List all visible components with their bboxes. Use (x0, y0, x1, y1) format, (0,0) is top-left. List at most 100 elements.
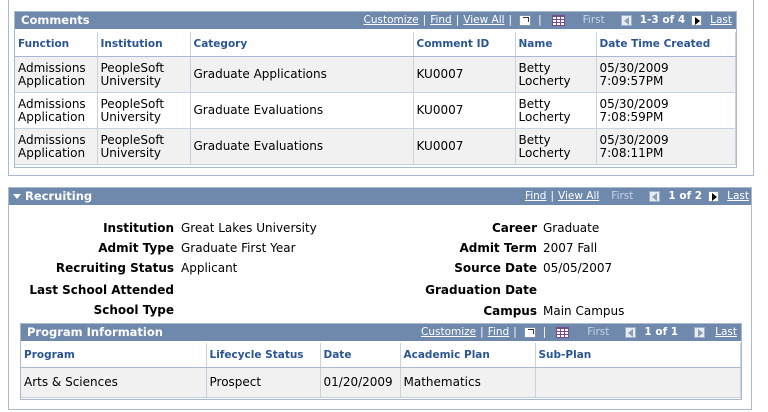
cell-function: Admissions Application (15, 92, 98, 129)
comments-grid-header: Comments Customize | Find | View All | |… (15, 12, 736, 29)
next-arrow-icon[interactable] (694, 327, 706, 338)
cell-name: Betty Locherty (515, 128, 597, 165)
cell-name: Betty Locherty (515, 92, 597, 129)
column-header-name[interactable]: Name (515, 32, 597, 57)
recruiting-status-value: Applicant (181, 261, 238, 275)
last-school-label: Last School Attended (29, 283, 174, 297)
nav-separator: | (480, 326, 484, 338)
recruiting-nav: Find | View All First 1 of 2 Last (525, 188, 749, 205)
table-row: Arts & Sciences Prospect 01/20/2009 Math… (21, 367, 741, 398)
admit-term-label: Admit Term (459, 241, 537, 255)
recruiting-find-link[interactable]: Find (525, 188, 547, 205)
next-arrow-icon[interactable] (708, 191, 720, 202)
cell-institution: PeopleSoft University (97, 56, 191, 93)
column-header-function[interactable]: Function (15, 32, 98, 57)
recruiting-last-link[interactable]: Last (727, 188, 749, 205)
cell-function: Admissions Application (15, 128, 98, 165)
campus-value: Main Campus (543, 304, 625, 318)
recruiting-first-label: First (611, 190, 634, 202)
comments-nav: Customize | Find | View All | | First 1-… (364, 12, 732, 29)
comments-last-link[interactable]: Last (710, 12, 732, 29)
zoom-icon[interactable] (519, 15, 532, 26)
cell-sub-plan (535, 367, 741, 398)
comments-first-label: First (582, 14, 605, 26)
cell-institution: PeopleSoft University (97, 128, 191, 165)
column-header-category[interactable]: Category (190, 32, 414, 57)
cell-comment-id: KU0007 (413, 56, 516, 93)
cell-date-time: 05/30/2009 7:08:11PM (596, 128, 736, 165)
cell-lifecycle-status: Prospect (206, 367, 321, 398)
school-type-label: School Type (93, 303, 174, 317)
download-to-excel-icon[interactable] (551, 15, 565, 26)
cell-comment-id: KU0007 (413, 92, 516, 129)
recruiting-header[interactable]: Recruiting Find | View All First 1 of 2 … (9, 188, 751, 205)
recruiting-status-label: Recruiting Status (55, 261, 174, 275)
program-table: Program Lifecycle Status Date Academic P… (21, 343, 741, 398)
column-header-institution[interactable]: Institution (97, 32, 191, 57)
campus-label: Campus (483, 304, 537, 318)
download-to-excel-icon[interactable] (556, 327, 570, 338)
cell-category: Graduate Evaluations (190, 128, 414, 165)
next-arrow-icon[interactable] (691, 15, 703, 26)
column-header-sub-plan[interactable]: Sub-Plan (535, 343, 741, 368)
program-nav: Customize | Find | | First 1 of 1 Last (421, 324, 737, 341)
comments-view-all-link[interactable]: View All (463, 12, 504, 29)
cell-academic-plan: Mathematics (400, 367, 536, 398)
comments-find-link[interactable]: Find (430, 12, 452, 29)
column-header-lifecycle-status[interactable]: Lifecycle Status (206, 343, 321, 368)
recruiting-title: Recruiting (25, 189, 93, 203)
graduation-date-label: Graduation Date (425, 283, 537, 297)
nav-separator: | (550, 190, 555, 202)
column-header-date-time-created[interactable]: Date Time Created (596, 32, 736, 57)
column-header-program[interactable]: Program (21, 343, 207, 368)
admit-type-value: Graduate First Year (181, 241, 296, 255)
program-find-link[interactable]: Find (488, 324, 510, 341)
column-header-comment-id[interactable]: Comment ID (413, 32, 516, 57)
comments-range: 1-3 of 4 (639, 14, 686, 26)
nav-separator: | (455, 14, 460, 26)
nav-separator: | (542, 326, 547, 338)
previous-arrow-icon[interactable] (620, 15, 632, 26)
cell-program: Arts & Sciences (21, 367, 207, 398)
zoom-icon[interactable] (523, 327, 536, 338)
cell-function: Admissions Application (15, 56, 98, 93)
program-first-label: First (587, 326, 610, 338)
table-row: Admissions Application PeopleSoft Univer… (15, 92, 736, 129)
column-header-date[interactable]: Date (320, 343, 401, 368)
nav-separator: | (538, 14, 542, 26)
nav-separator: | (513, 326, 517, 338)
nav-separator: | (422, 14, 427, 26)
source-date-label: Source Date (454, 261, 537, 275)
recruiting-range: 1 of 2 (668, 190, 703, 202)
previous-arrow-icon[interactable] (625, 327, 637, 338)
cell-comment-id: KU0007 (413, 128, 516, 165)
institution-value: Great Lakes University (181, 221, 317, 235)
recruiting-view-all-link[interactable]: View All (558, 188, 599, 205)
collapse-caret-icon[interactable] (13, 193, 21, 199)
program-title: Program Information (27, 325, 163, 339)
cell-category: Graduate Evaluations (190, 92, 414, 129)
admit-type-label: Admit Type (98, 241, 174, 255)
cell-date-time: 05/30/2009 7:08:59PM (596, 92, 736, 129)
nav-separator: | (508, 14, 513, 26)
table-row: Admissions Application PeopleSoft Univer… (15, 128, 736, 165)
program-customize-link[interactable]: Customize (421, 324, 476, 341)
career-value: Graduate (543, 221, 600, 235)
comments-table: Function Institution Category Comment ID… (15, 32, 736, 165)
comments-title: Comments (21, 13, 90, 27)
comments-customize-link[interactable]: Customize (364, 12, 419, 29)
cell-name: Betty Locherty (515, 56, 597, 93)
program-last-link[interactable]: Last (715, 324, 737, 341)
institution-label: Institution (103, 221, 174, 235)
program-grid-header: Program Information Customize | Find | |… (21, 324, 741, 341)
cell-institution: PeopleSoft University (97, 92, 191, 129)
cell-date-time: 05/30/2009 7:09:57PM (596, 56, 736, 93)
table-row: Admissions Application PeopleSoft Univer… (15, 56, 736, 93)
program-range: 1 of 1 (644, 326, 679, 338)
admit-term-value: 2007 Fall (543, 241, 598, 255)
column-header-academic-plan[interactable]: Academic Plan (400, 343, 536, 368)
cell-date: 01/20/2009 (320, 367, 401, 398)
previous-arrow-icon[interactable] (649, 191, 661, 202)
source-date-value: 05/05/2007 (543, 261, 613, 275)
cell-category: Graduate Applications (190, 56, 414, 93)
